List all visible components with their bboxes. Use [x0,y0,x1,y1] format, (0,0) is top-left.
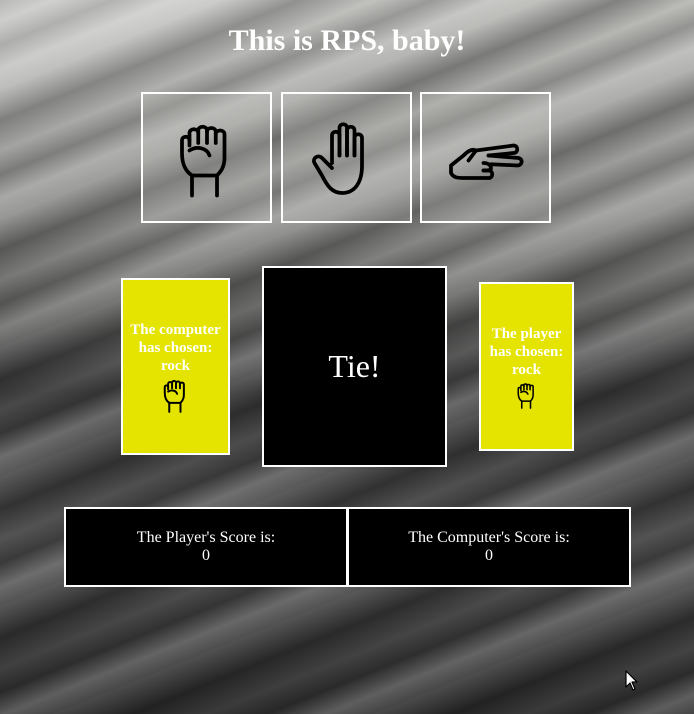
scissors-button[interactable] [420,92,551,223]
page-title: This is RPS, baby! [228,24,466,57]
computer-choice-text: The computer has chosen: rock [130,321,221,374]
fist-icon [179,124,226,197]
computer-score-panel: The Computer's Score is: 0 [347,507,631,587]
fist-icon [163,379,185,413]
result-text: Tie! [328,348,381,384]
result-display: Tie! [262,266,447,467]
player-choice-text: The player has chosen: rock [489,325,564,378]
player-score-value: 0 [202,547,210,564]
computer-score-value: 0 [485,547,493,564]
player-choice-card: The player has chosen: rock [479,282,574,451]
rock-button[interactable] [141,92,272,223]
computer-score-label: The Computer's Score is: [408,529,570,546]
computer-choice-card: The computer has chosen: rock [121,278,230,455]
mouse-cursor-icon [625,670,638,691]
two-finger-hand-icon [448,143,523,180]
player-score-panel: The Player's Score is: 0 [64,507,348,587]
paper-button[interactable] [281,92,412,223]
open-hand-icon [311,121,364,195]
player-score-label: The Player's Score is: [136,529,276,546]
fist-icon [516,382,534,409]
